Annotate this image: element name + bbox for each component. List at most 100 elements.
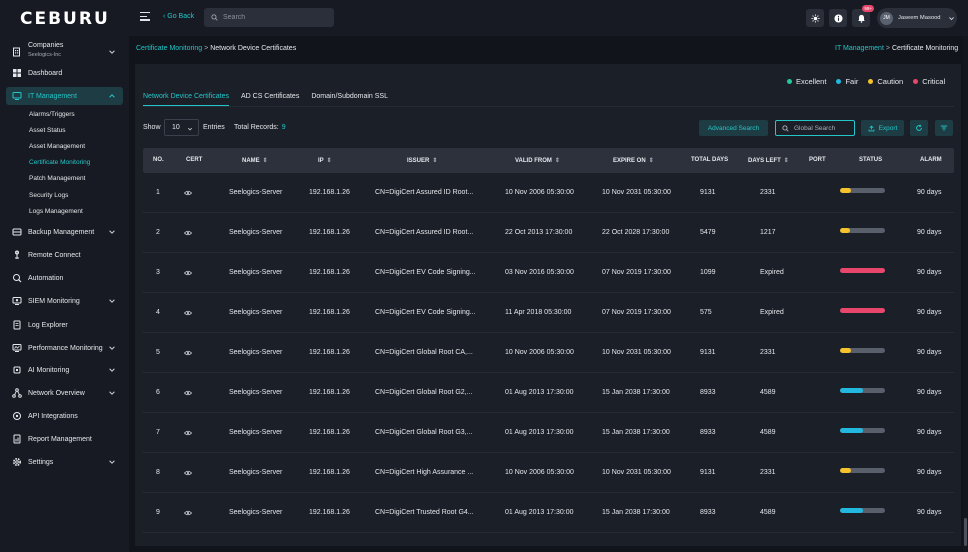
sidebar-item-api-integrations[interactable]: API Integrations [6,407,123,425]
notifications-button[interactable]: 99+ [852,5,874,27]
sidebar-subitem-asset-management[interactable]: Asset Management [29,143,85,150]
sidebar-item-performance-monitoring[interactable]: Performance Monitoring [6,339,123,357]
table-row[interactable]: 4 Seelogics-Server 192.168.1.26 CN=DigiCert… [143,293,954,333]
sort-icon[interactable]: ⇕ [327,157,332,164]
cell-ip: 192.168.1.26 [309,509,350,516]
chevron-down-icon [109,50,115,54]
table-row[interactable]: 9 Seelogics-Server 192.168.1.26 CN=DigiCert… [143,493,954,533]
refresh-button[interactable] [910,120,928,136]
cell-days-left: 2331 [760,349,776,356]
sidebar-item-ai-monitoring[interactable]: AI Monitoring [6,361,123,379]
sidebar-item-remote-connect[interactable]: Remote Connect [6,246,123,264]
page-scrollbar[interactable] [963,36,968,552]
cell-days-left: 4589 [760,389,776,396]
theme-toggle-button[interactable] [806,9,824,27]
col-cert: CERT [186,157,203,163]
sidebar-subitem-security-logs[interactable]: Security Logs [29,192,68,199]
view-cert-icon[interactable] [184,470,192,476]
col-issuer[interactable]: ISSUER ⇕ [407,157,437,165]
view-cert-icon[interactable] [184,430,192,436]
filter-button[interactable] [935,120,953,136]
top-search[interactable] [204,8,334,27]
sidebar-item-log-explorer[interactable]: Log Explorer [6,316,123,334]
sidebar-subitem-certificate-monitoring[interactable]: Certificate Monitoring [29,159,90,166]
sidebar-item-settings[interactable]: Settings [6,453,123,471]
status-bar [840,348,885,353]
sidebar-subitem-patch-management[interactable]: Patch Management [29,175,85,182]
legend-caution: Caution [868,77,903,86]
sidebar-item-it-management[interactable]: IT Management [6,87,123,105]
sort-icon[interactable]: ⇕ [784,157,789,164]
cell-name: Seelogics-Server [229,309,283,316]
col-expire-on[interactable]: EXPIRE ON ⇕ [613,157,654,165]
sidebar-item-label: Performance Monitoring [28,344,103,352]
sidebar-item-report-management[interactable]: Report Management [6,430,123,448]
tab-adcs-certificates[interactable]: AD CS Certificates [241,93,299,106]
breadcrumb-link[interactable]: Certificate Monitoring [136,45,202,52]
cell-ip: 192.168.1.26 [309,309,350,316]
sort-icon[interactable]: ⇕ [649,157,654,164]
sidebar-subitem-alarms[interactable]: Alarms/Triggers [29,111,75,118]
advanced-search-button[interactable]: Advanced Search [699,120,768,136]
table-row[interactable]: 2 Seelogics-Server 192.168.1.26 CN=DigiCert… [143,213,954,253]
table-row[interactable]: 7 Seelogics-Server 192.168.1.26 CN=DigiCert… [143,413,954,453]
top-bar: CEBURU ‹ Go Back 99+ JM Jaseem Masood [0,0,968,36]
col-ip[interactable]: IP ⇕ [318,157,332,165]
breadcrumb-link[interactable]: IT Management [835,45,884,52]
global-search-input[interactable] [794,124,854,132]
table-row[interactable]: 6 Seelogics-Server 192.168.1.26 CN=DigiCert… [143,373,954,413]
entries-select[interactable]: 10 [164,119,199,136]
tab-domain-ssl[interactable]: Domain/Subdomain SSL [311,93,388,106]
sidebar-item-network-overview[interactable]: Network Overview [6,384,123,402]
cell-ip: 192.168.1.26 [309,229,350,236]
table-row[interactable]: 1 Seelogics-Server 192.168.1.26 CN=DigiCert… [143,173,954,213]
cell-alarm: 90 days [917,309,942,316]
sidebar-item-label: API Integrations [28,412,78,420]
view-cert-icon[interactable] [184,310,192,316]
tab-divider [143,106,954,107]
sidebar-item-dashboard[interactable]: Dashboard [6,64,123,82]
ai-icon [13,366,21,374]
export-button[interactable]: Export [861,120,904,136]
table-row[interactable]: 3 Seelogics-Server 192.168.1.26 CN=DigiCert… [143,253,954,293]
breadcrumb-current: Certificate Monitoring [892,45,959,52]
sidebar-item-automation[interactable]: Automation [6,269,123,287]
user-menu[interactable]: JM Jaseem Masood [877,8,957,28]
view-cert-icon[interactable] [184,230,192,236]
sort-icon[interactable]: ⇕ [263,157,268,164]
sidebar-subitem-asset-status[interactable]: Asset Status [29,127,66,134]
col-days-left[interactable]: DAYS LEFT ⇕ [748,157,789,165]
info-button[interactable] [829,9,847,27]
sidebar-company-selector[interactable]: Companies Seelogics-Inc [6,40,123,64]
table-row[interactable]: 8 Seelogics-Server 192.168.1.26 CN=DigiCert… [143,453,954,493]
global-search[interactable] [775,120,855,136]
cell-no: 4 [156,309,160,316]
sidebar-item-siem-monitoring[interactable]: SIEM Monitoring [6,292,123,310]
info-icon [833,13,843,23]
view-cert-icon[interactable] [184,510,192,516]
top-search-input[interactable] [223,14,323,21]
sort-icon[interactable]: ⇕ [432,157,437,164]
performance-icon [12,344,22,352]
cell-issuer: CN=DigiCert Global Root G3,... [375,429,473,436]
menu-toggle-icon[interactable] [140,12,150,22]
view-cert-icon[interactable] [184,190,192,196]
view-cert-icon[interactable] [184,350,192,356]
cell-issuer: CN=DigiCert Global Root CA,... [375,349,473,356]
sort-icon[interactable]: ⇕ [555,157,560,164]
cell-expire-on: 07 Nov 2019 17:30:00 [602,309,671,316]
status-bar-fill [840,428,863,433]
cell-total-days: 9131 [700,189,716,196]
status-legend: Excellent Fair Caution Critical [787,77,945,86]
view-cert-icon[interactable] [184,390,192,396]
col-valid-from[interactable]: VALID FROM ⇕ [515,157,560,165]
sidebar-subitem-logs-management[interactable]: Logs Management [29,208,83,215]
sidebar-item-backup-management[interactable]: Backup Management [6,223,123,241]
table-row[interactable]: 5 Seelogics-Server 192.168.1.26 CN=DigiCert… [143,333,954,373]
scrollbar-thumb[interactable] [964,518,967,546]
view-cert-icon[interactable] [184,270,192,276]
go-back-link[interactable]: ‹ Go Back [163,13,194,20]
col-name[interactable]: NAME ⇕ [242,157,268,165]
chevron-down-icon [109,299,115,303]
tab-network-device-certificates[interactable]: Network Device Certificates [143,93,229,106]
